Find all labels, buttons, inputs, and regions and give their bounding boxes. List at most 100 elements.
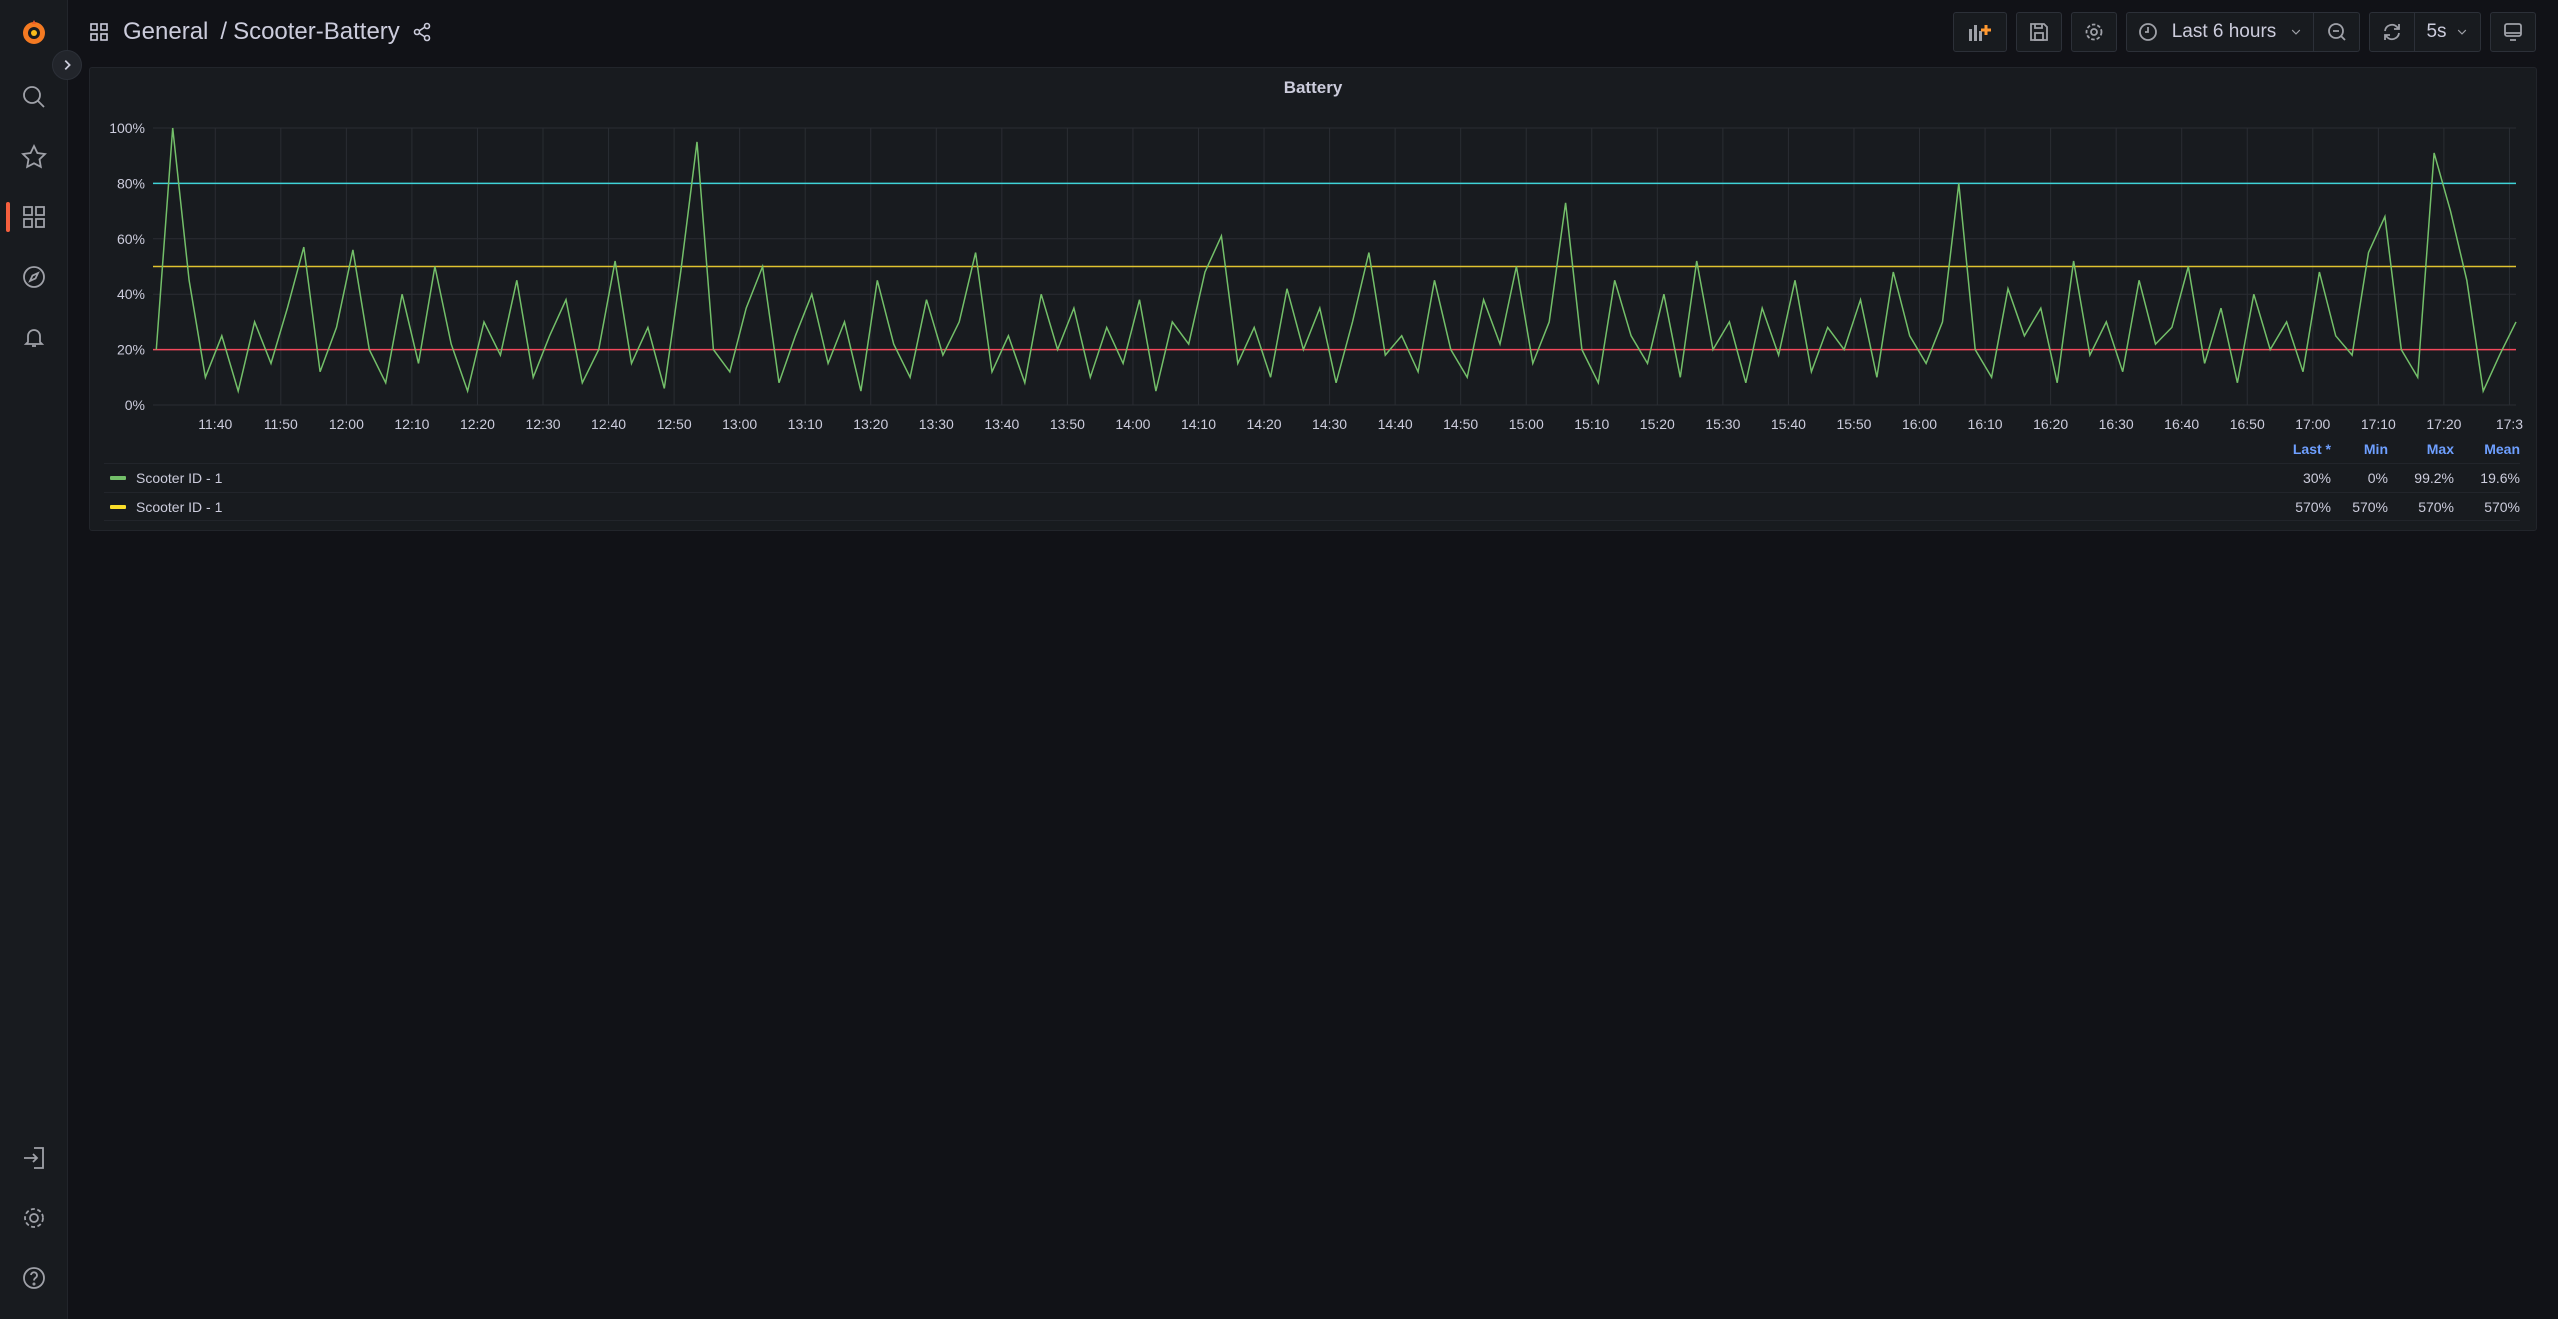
dashboard-title[interactable]: Scooter-Battery <box>233 18 400 46</box>
x-tick-label: 17:00 <box>2295 416 2330 432</box>
legend-header: Last * Min Max Mean <box>104 434 2520 463</box>
zoom-out-button[interactable] <box>2314 12 2360 52</box>
battery-panel: Battery 0% 20% 40% 60% 80% 100% 11:40 11:50 12:0… <box>89 67 2537 531</box>
series-color-swatch[interactable] <box>110 504 126 509</box>
x-tick-label: 15:30 <box>1705 416 1740 432</box>
x-tick-label: 17:10 <box>2361 416 2396 432</box>
x-tick-label: 14:10 <box>1181 416 1216 432</box>
legend-max: 570% <box>2418 498 2454 515</box>
add-panel-icon <box>1969 25 1991 41</box>
y-tick-label: 60% <box>117 231 145 247</box>
x-tick-label: 12:00 <box>329 416 364 432</box>
legend-header-last[interactable]: Last * <box>2265 441 2331 457</box>
refresh-interval-label: 5s <box>2426 21 2447 42</box>
series-color-swatch[interactable] <box>110 476 126 480</box>
x-tick-label: 15:20 <box>1640 416 1675 432</box>
y-tick-label: 40% <box>117 286 145 302</box>
chevron-down-icon <box>2291 29 2301 35</box>
x-tick-label: 15:00 <box>1509 416 1544 432</box>
y-tick-label: 100% <box>109 120 145 136</box>
x-tick-label: 12:40 <box>591 416 626 432</box>
y-tick-label: 80% <box>117 175 145 191</box>
legend-row[interactable]: Scooter ID - 1 570% 570% 570% 570% <box>104 492 2520 521</box>
legend-mean: 19.6% <box>2480 470 2520 486</box>
x-tick-label: 13:30 <box>919 416 954 432</box>
legend-max: 99.2% <box>2414 470 2454 486</box>
x-tick-label: 15:50 <box>1836 416 1871 432</box>
legend-header-min[interactable]: Min <box>2331 441 2388 457</box>
active-indicator <box>6 202 10 232</box>
x-tick-label: 11:50 <box>264 416 298 432</box>
gear-icon <box>2085 23 2103 41</box>
refresh-icon <box>2384 23 2400 41</box>
legend-mean: 570% <box>2484 498 2520 515</box>
expand-sidebar-button[interactable] <box>52 50 82 80</box>
chevron-right-icon <box>64 60 71 70</box>
series-name[interactable]: Scooter ID - 1 <box>136 470 222 486</box>
y-tick-label: 0% <box>125 397 145 413</box>
help-icon[interactable] <box>14 1258 54 1298</box>
x-tick-label: 13:20 <box>853 416 888 432</box>
series-line-scooter-id-1 <box>155 127 2517 395</box>
x-tick-label: 17:3 <box>2496 416 2523 432</box>
time-range-picker[interactable]: Last 6 hours <box>2126 12 2314 52</box>
x-tick-label: 12:50 <box>657 416 692 432</box>
share-icon[interactable] <box>412 22 432 42</box>
x-tick-label: 14:20 <box>1247 416 1282 432</box>
x-tick-label: 12:30 <box>525 416 560 432</box>
add-panel-button[interactable] <box>1953 12 2007 52</box>
clock-icon <box>2139 23 2157 41</box>
time-range-label: Last 6 hours <box>2171 21 2277 42</box>
gear-icon[interactable] <box>14 1198 54 1238</box>
dashboard-toolbar: Last 6 hours 5s <box>1953 12 2536 52</box>
x-tick-label: 14:50 <box>1443 416 1478 432</box>
refresh-button[interactable] <box>2369 12 2415 52</box>
x-tick-label: 16:30 <box>2099 416 2134 432</box>
x-tick-label: 12:10 <box>394 416 429 432</box>
legend-min: 570% <box>2352 498 2388 515</box>
x-tick-label: 13:50 <box>1050 416 1085 432</box>
save-icon <box>2030 23 2048 41</box>
breadcrumb: General / Scooter-Battery <box>89 12 432 52</box>
x-tick-label: 15:40 <box>1771 416 1806 432</box>
y-tick-label: 20% <box>117 342 145 358</box>
breadcrumb-separator: / <box>220 18 228 45</box>
chevron-down-icon <box>2457 29 2466 35</box>
dashboards-icon <box>90 23 108 41</box>
legend-header-max[interactable]: Max <box>2388 441 2454 457</box>
dashboard-settings-button[interactable] <box>2071 12 2117 52</box>
series-name[interactable]: Scooter ID - 1 <box>136 499 222 515</box>
save-dashboard-button[interactable] <box>2016 12 2062 52</box>
legend-row[interactable]: Scooter ID - 1 30% 0% 99.2% 19.6% <box>104 463 2520 492</box>
x-tick-label: 16:10 <box>1968 416 2003 432</box>
zoom-out-icon <box>2327 23 2346 41</box>
star-icon[interactable] <box>14 137 54 177</box>
explore-icon[interactable] <box>14 257 54 297</box>
x-tick-label: 16:20 <box>2033 416 2068 432</box>
x-tick-label: 11:40 <box>198 416 232 432</box>
x-tick-label: 16:00 <box>1902 416 1937 432</box>
x-tick-label: 14:40 <box>1378 416 1413 432</box>
monitor-icon <box>2504 23 2522 41</box>
refresh-interval-picker[interactable]: 5s <box>2415 12 2481 52</box>
x-tick-label: 17:20 <box>2426 416 2461 432</box>
sign-in-icon[interactable] <box>14 1138 54 1178</box>
search-icon[interactable] <box>14 77 54 117</box>
grafana-logo[interactable] <box>14 12 54 52</box>
legend-last: 570% <box>2295 498 2331 515</box>
breadcrumb-folder[interactable]: General <box>123 18 208 46</box>
legend-last: 30% <box>2302 470 2331 486</box>
alert-bell-icon[interactable] <box>14 317 54 357</box>
legend-min: 0% <box>2367 470 2388 486</box>
battery-chart: 0% 20% 40% 60% 80% 100% 11:40 11:50 12:00 12:10 12… <box>109 120 2523 432</box>
x-tick-label: 14:00 <box>1115 416 1150 432</box>
x-tick-label: 15:10 <box>1574 416 1609 432</box>
tv-mode-button[interactable] <box>2490 12 2536 52</box>
x-tick-label: 13:40 <box>984 416 1019 432</box>
legend-header-mean[interactable]: Mean <box>2454 441 2520 457</box>
x-tick-label: 14:30 <box>1312 416 1347 432</box>
x-tick-label: 13:10 <box>788 416 823 432</box>
x-tick-label: 16:50 <box>2230 416 2265 432</box>
dashboards-icon[interactable] <box>14 197 54 237</box>
x-tick-label: 12:20 <box>460 416 495 432</box>
